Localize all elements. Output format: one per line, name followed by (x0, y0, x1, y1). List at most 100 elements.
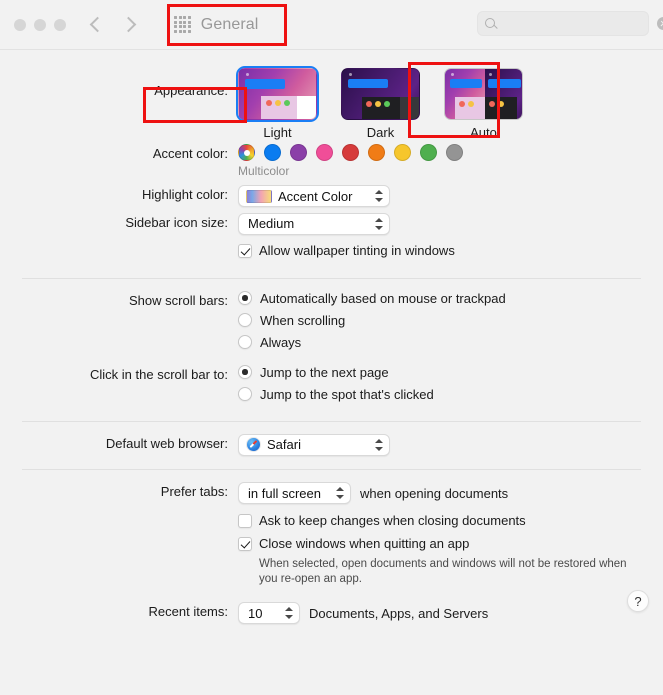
appearance-option-dark[interactable]: Dark (341, 68, 420, 140)
chevron-right-icon[interactable] (120, 16, 137, 33)
chevron-updown-icon (372, 216, 385, 232)
prefer-tabs-suffix: when opening documents (360, 485, 509, 501)
ask-keep-changes-label: Ask to keep changes when closing documen… (259, 513, 526, 528)
preferences-content: Appearance: Light Dark Auto Accent color… (0, 50, 663, 624)
scroll-bars-option-always[interactable]: Always (238, 335, 663, 350)
accent-swatch-green[interactable] (420, 144, 437, 161)
light-theme-thumbnail[interactable] (236, 66, 319, 122)
accent-swatch-orange[interactable] (368, 144, 385, 161)
sidebar-icon-size-select[interactable]: Medium (238, 212, 390, 235)
prefer-tabs-row: Prefer tabs: in full screen when opening… (0, 482, 663, 504)
search-field[interactable] (477, 11, 663, 36)
radio-always-label: Always (260, 334, 302, 350)
sidebar-icon-size-value: Medium (248, 216, 295, 231)
radio-next-page-label: Jump to the next page (260, 364, 389, 380)
clear-icon[interactable] (657, 17, 663, 30)
ask-keep-changes-checkbox[interactable] (238, 514, 252, 528)
auto-theme-thumbnail[interactable] (444, 68, 523, 120)
search-input[interactable] (502, 16, 657, 31)
appearance-options: Light Dark Auto (236, 66, 663, 140)
dark-theme-thumbnail[interactable] (341, 68, 420, 120)
accent-swatch-pink[interactable] (316, 144, 333, 161)
dark-theme-label: Dark (366, 125, 395, 140)
section-divider (22, 469, 641, 470)
scroll-bar-click-row: Click in the scroll bar to: Jump to the … (0, 365, 663, 409)
close-windows-checkbox-line[interactable]: Close windows when quitting an app (238, 536, 663, 552)
prefer-tabs-select[interactable]: in full screen (238, 482, 351, 504)
accent-swatch-graphite[interactable] (446, 144, 463, 161)
section-divider (22, 277, 641, 279)
wallpaper-tinting-row: Allow wallpaper tinting in windows (0, 243, 663, 266)
appearance-option-light[interactable]: Light (236, 66, 319, 140)
chevron-updown-icon (372, 437, 385, 453)
accent-swatch-purple[interactable] (290, 144, 307, 161)
recent-items-value: 10 (248, 605, 263, 621)
recent-items-suffix: Documents, Apps, and Servers (309, 605, 489, 621)
wallpaper-tinting-label: Allow wallpaper tinting in windows (259, 242, 455, 258)
ask-keep-changes-row: Ask to keep changes when closing documen… (0, 513, 663, 597)
appearance-row: Appearance: Light Dark Auto (0, 66, 663, 140)
page-title-group: General (164, 10, 274, 40)
default-browser-label: Default web browser: (105, 435, 228, 451)
appearance-label: Appearance: (154, 83, 228, 98)
accent-swatch-blue[interactable] (264, 144, 281, 161)
radio-spot-clicked[interactable] (238, 387, 252, 401)
scroll-bars-option-auto[interactable]: Automatically based on mouse or trackpad (238, 291, 663, 306)
accent-color-swatches (238, 144, 663, 161)
scroll-bar-click-label: Click in the scroll bar to: (90, 366, 228, 382)
close-button[interactable] (14, 18, 26, 31)
radio-next-page[interactable] (238, 365, 252, 379)
default-browser-value: Safari (267, 437, 301, 452)
light-theme-label: Light (263, 125, 292, 140)
highlight-color-value: Accent Color (278, 188, 353, 204)
scroll-bars-row: Show scroll bars: Automatically based on… (0, 291, 663, 357)
radio-auto-label: Automatically based on mouse or trackpad (260, 290, 506, 306)
scroll-bars-option-when-scrolling[interactable]: When scrolling (238, 313, 663, 328)
accent-swatch-multicolor[interactable] (238, 144, 255, 161)
chevron-left-icon[interactable] (89, 16, 106, 33)
scroll-click-option-spot-clicked[interactable]: Jump to the spot that's clicked (238, 387, 663, 402)
highlight-color-label: Highlight color: (142, 187, 228, 202)
highlight-color-select[interactable]: Accent Color (238, 185, 390, 207)
chevron-updown-icon (372, 188, 385, 204)
traffic-lights (14, 18, 66, 31)
minimize-button[interactable] (34, 18, 46, 31)
accent-swatch-red[interactable] (342, 144, 359, 161)
window-titlebar: General (0, 0, 663, 50)
page-title: General (200, 15, 259, 33)
default-browser-select[interactable]: Safari (238, 433, 390, 456)
recent-items-row: Recent items: 10 Documents, Apps, and Se… (0, 602, 663, 624)
close-windows-label: Close windows when quitting an app (259, 536, 470, 551)
highlight-color-row: Highlight color: Accent Color (0, 185, 663, 208)
safari-icon (246, 437, 261, 452)
zoom-button[interactable] (54, 18, 66, 31)
recent-items-stepper[interactable]: 10 (238, 602, 300, 624)
section-divider (22, 420, 641, 422)
wallpaper-tinting-checkbox-line[interactable]: Allow wallpaper tinting in windows (238, 243, 663, 259)
ask-keep-changes-checkbox-line[interactable]: Ask to keep changes when closing documen… (238, 513, 663, 529)
radio-auto[interactable] (238, 291, 252, 305)
accent-color-caption: Multicolor (238, 164, 290, 178)
scroll-bars-label: Show scroll bars: (129, 292, 228, 308)
sidebar-icon-size-label: Sidebar icon size: (125, 214, 228, 230)
close-windows-checkbox[interactable] (238, 537, 252, 551)
grid-icon[interactable] (174, 16, 191, 33)
appearance-option-auto[interactable]: Auto (444, 68, 523, 140)
radio-spot-clicked-label: Jump to the spot that's clicked (260, 386, 434, 402)
radio-when-scrolling[interactable] (238, 313, 252, 327)
search-icon (485, 17, 497, 30)
recent-items-label: Recent items: (148, 604, 228, 619)
radio-always[interactable] (238, 335, 252, 349)
chevron-updown-icon (333, 485, 346, 501)
prefer-tabs-value: in full screen (248, 485, 321, 501)
wallpaper-tinting-checkbox[interactable] (238, 243, 252, 258)
help-button[interactable]: ? (627, 590, 649, 612)
close-windows-hint: When selected, open documents and window… (259, 558, 627, 585)
accent-swatch-yellow[interactable] (394, 144, 411, 161)
sidebar-icon-size-row: Sidebar icon size: Medium (0, 212, 663, 235)
accent-color-row: Accent color: Multicolor (0, 144, 663, 178)
gradient-swatch-icon (246, 189, 272, 203)
radio-when-scrolling-label: When scrolling (260, 312, 346, 328)
auto-theme-label: Auto (470, 125, 497, 140)
scroll-click-option-next-page[interactable]: Jump to the next page (238, 365, 663, 380)
